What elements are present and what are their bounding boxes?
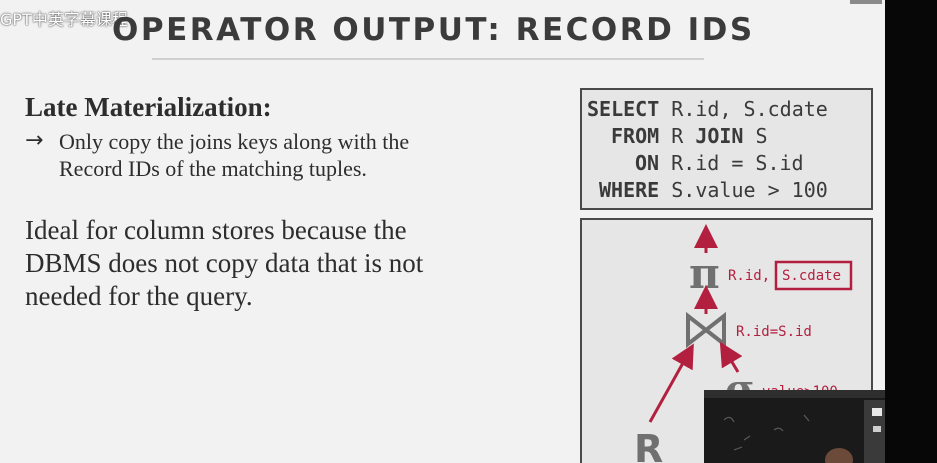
r-to-join-arrow	[648, 343, 694, 423]
projection-label-cdate: S.cdate	[782, 268, 841, 284]
sql-keyword: ON	[635, 151, 660, 175]
sql-text: R.id, S.cdate	[671, 97, 828, 121]
ideal-line: DBMS does not copy data that is not	[25, 248, 424, 278]
slide: GPT中英字幕课程 OPERATOR OUTPUT: RECORD IDS La…	[0, 0, 885, 463]
ideal-paragraph: Ideal for column stores because the DBMS…	[25, 214, 495, 313]
sql-keyword: JOIN	[695, 124, 744, 148]
relation-r-label: R	[634, 427, 663, 463]
sql-text: S.value > 100	[671, 178, 828, 202]
sql-keyword: WHERE	[599, 178, 660, 202]
sql-line-where: WHERE S.value > 100	[599, 178, 828, 202]
right-black-strip	[850, 0, 937, 463]
top-edge-bar	[850, 0, 882, 4]
sql-keyword: SELECT	[587, 97, 660, 121]
join-bowtie-icon	[686, 311, 726, 349]
ideal-line: needed for the query.	[25, 281, 253, 311]
bullet-line: Record IDs of the matching tuples.	[59, 156, 367, 181]
projection-symbol: π	[689, 249, 720, 298]
ideal-line: Ideal for column stores because the	[25, 215, 407, 245]
projection-label-rid: R.id,	[728, 268, 770, 284]
sql-line-on: ON R.id = S.id	[635, 151, 804, 175]
sql-text: R.id = S.id	[671, 151, 804, 175]
webcam-overlay	[704, 390, 885, 463]
sql-query-box: SELECT R.id, S.cdate FROM R JOIN S ON R.…	[580, 88, 873, 210]
bullet-line: Only copy the joins keys along with the	[59, 129, 410, 154]
slide-title: OPERATOR OUTPUT: RECORD IDS	[112, 12, 755, 48]
bullet-arrow-icon: →	[25, 128, 44, 153]
title-underline	[152, 58, 704, 60]
sql-line-from: FROM R JOIN S	[611, 124, 768, 148]
sql-keyword: FROM	[611, 124, 660, 148]
watermark-text: GPT中英字幕课程	[0, 10, 128, 29]
late-materialization-heading: Late Materialization:	[25, 92, 272, 122]
bullet-text: Only copy the joins keys along with the …	[59, 128, 499, 182]
join-condition-label: R.id=S.id	[736, 324, 812, 340]
sql-text: R	[671, 124, 696, 148]
sql-text: S	[743, 124, 768, 148]
sql-line-select: SELECT R.id, S.cdate	[587, 97, 828, 121]
webcam-video	[704, 390, 885, 463]
